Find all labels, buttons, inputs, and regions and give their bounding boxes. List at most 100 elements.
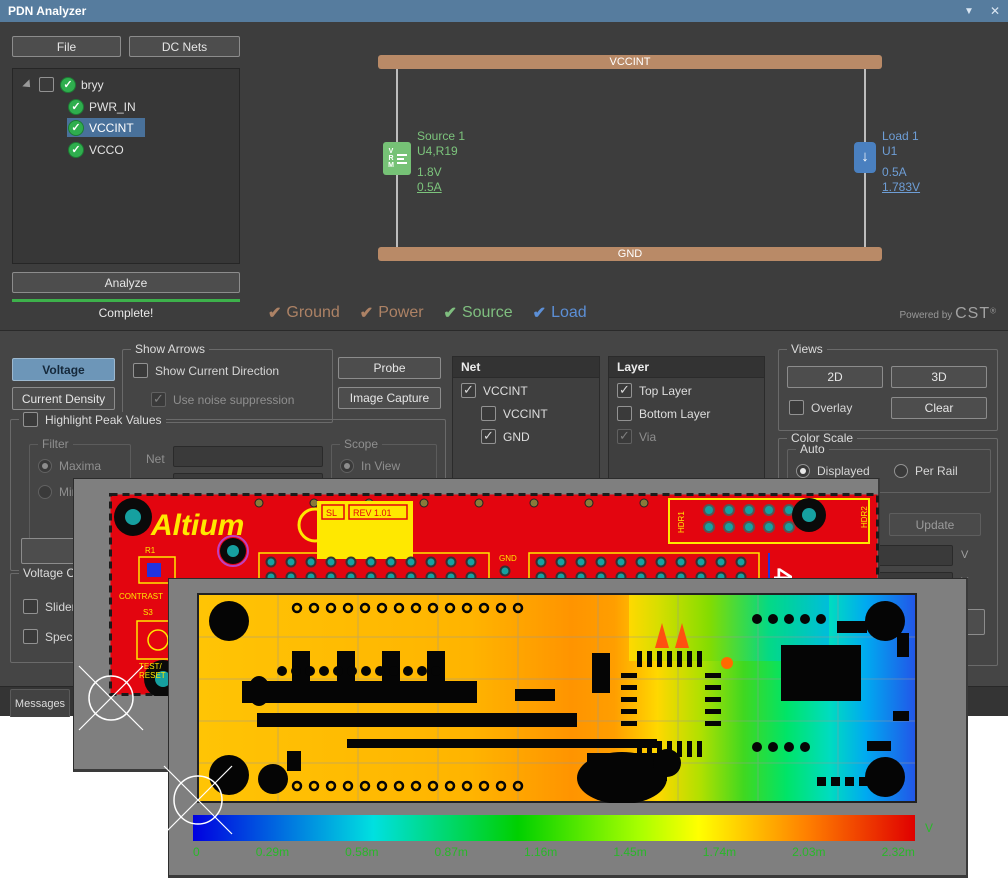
status-text: Complete! bbox=[12, 306, 240, 320]
window-menu-icon[interactable]: ▼ bbox=[964, 6, 974, 17]
check-circle-icon: ✓ bbox=[68, 142, 84, 158]
tree-item-label[interactable]: bryy bbox=[81, 78, 104, 92]
minima-radio[interactable] bbox=[38, 485, 52, 499]
layer-label: Top Layer bbox=[639, 384, 692, 398]
show-current-direction-row: Show Current Direction bbox=[133, 363, 279, 378]
gnd-label: GND bbox=[499, 554, 517, 563]
show-current-direction-checkbox[interactable] bbox=[133, 363, 148, 378]
net-list-panel: Net VCCINT VCCINT GND bbox=[452, 356, 600, 481]
expander-icon[interactable] bbox=[22, 79, 33, 90]
tick-label: 1.45m bbox=[613, 845, 646, 859]
peak-net-field[interactable] bbox=[173, 446, 323, 467]
legend-ground: ✔ Ground bbox=[268, 303, 340, 323]
tab-messages[interactable]: Messages bbox=[10, 689, 70, 717]
analyze-button[interactable]: Analyze bbox=[12, 272, 240, 293]
tree-item-label[interactable]: VCCO bbox=[89, 143, 124, 157]
image-capture-button[interactable]: Image Capture bbox=[338, 387, 441, 409]
bottom-layer-checkbox[interactable] bbox=[617, 406, 632, 421]
power-rail-vccint[interactable]: VCCINT bbox=[378, 55, 882, 69]
current-density-mode-button[interactable]: Current Density bbox=[12, 387, 115, 410]
load-voltage-link[interactable]: 1.783V bbox=[882, 180, 920, 195]
displayed-radio[interactable] bbox=[796, 464, 810, 478]
vrm-label: VRM bbox=[388, 148, 395, 169]
net-label: VCCINT bbox=[483, 384, 528, 398]
tree-item-pwr-in[interactable]: ✓ PWR_IN bbox=[68, 97, 136, 116]
net-row-gnd[interactable]: GND bbox=[453, 426, 599, 447]
svg-text:CONTRAST: CONTRAST bbox=[119, 592, 163, 601]
check-icon: ✔ bbox=[360, 303, 373, 323]
svg-text:S3: S3 bbox=[143, 608, 153, 617]
per-rail-radio[interactable] bbox=[894, 464, 908, 478]
use-noise-suppression-checkbox[interactable] bbox=[151, 392, 166, 407]
tree-item-root[interactable]: ✓ bryy bbox=[23, 75, 104, 94]
svg-text:HDR2: HDR2 bbox=[860, 506, 869, 528]
tree-item-vcco[interactable]: ✓ VCCO bbox=[68, 140, 124, 159]
legend-power: ✔ Power bbox=[360, 303, 424, 323]
net-label: GND bbox=[503, 430, 530, 444]
check-icon: ✔ bbox=[268, 303, 281, 323]
slider-checkbox[interactable] bbox=[23, 599, 38, 614]
group-title: Filter bbox=[38, 437, 73, 451]
load-refs: U1 bbox=[882, 144, 920, 159]
checkbox-label: Slider bbox=[45, 600, 76, 614]
color-scale-ticks: 0 0.29m 0.58m 0.87m 1.16m 1.45m 1.74m 2.… bbox=[193, 845, 915, 859]
net-vccint-checkbox[interactable] bbox=[461, 383, 476, 398]
tree-item-label[interactable]: VCCINT bbox=[89, 121, 134, 135]
layer-row-bottom[interactable]: Bottom Layer bbox=[609, 403, 764, 424]
ground-rail-gnd[interactable]: GND bbox=[378, 247, 882, 261]
probe-button[interactable]: Probe bbox=[338, 357, 441, 379]
source-title: Source 1 bbox=[417, 129, 465, 144]
voltage-mode-button[interactable]: Voltage bbox=[12, 358, 115, 381]
view-2d-button[interactable]: 2D bbox=[787, 366, 883, 388]
net-vccint-child-checkbox[interactable] bbox=[481, 406, 496, 421]
specific-checkbox[interactable] bbox=[23, 629, 38, 644]
color-scale-bar bbox=[193, 815, 915, 841]
pcb-voltage-heatmap-view[interactable] bbox=[197, 593, 917, 803]
views-group: Views 2D 3D Overlay Clear bbox=[778, 349, 998, 431]
in-view-row: In View bbox=[340, 459, 400, 473]
check-circle-icon: ✓ bbox=[68, 99, 84, 115]
tick-label: 1.74m bbox=[703, 845, 736, 859]
via-checkbox[interactable] bbox=[617, 429, 632, 444]
checkbox-label: Show Current Direction bbox=[155, 364, 279, 378]
layer-panel-header: Layer bbox=[609, 357, 764, 378]
layer-row-top[interactable]: Top Layer bbox=[609, 380, 764, 401]
checkbox-label: Overlay bbox=[811, 401, 852, 415]
tick-label: 2.32m bbox=[882, 845, 915, 859]
root-checkbox[interactable] bbox=[39, 77, 54, 92]
layer-row-via[interactable]: Via bbox=[609, 426, 764, 447]
load-info: Load 1 U1 0.5A 1.783V bbox=[882, 129, 920, 195]
radio-label: Maxima bbox=[59, 459, 101, 473]
highlight-peak-checkbox[interactable] bbox=[23, 412, 38, 427]
checkbox-label: Use noise suppression bbox=[173, 393, 294, 407]
net-row-vccint-child[interactable]: VCCINT bbox=[453, 403, 599, 424]
file-button[interactable]: File bbox=[12, 36, 121, 57]
overlay-checkbox[interactable] bbox=[789, 400, 804, 415]
board-view-window-voltage-map[interactable]: V 0 0.29m 0.58m 0.87m 1.16m 1.45m 1.74m … bbox=[168, 578, 968, 878]
maxima-radio[interactable] bbox=[38, 459, 52, 473]
progress-bar bbox=[12, 299, 240, 302]
net-gnd-checkbox[interactable] bbox=[481, 429, 496, 444]
tick-label: 0 bbox=[193, 845, 200, 859]
group-title: Highlight Peak Values bbox=[45, 413, 162, 427]
displayed-row: Displayed bbox=[796, 464, 870, 478]
clear-button[interactable]: Clear bbox=[891, 397, 987, 419]
tree-item-label[interactable]: PWR_IN bbox=[89, 100, 136, 114]
vrm-source-icon[interactable]: VRM bbox=[383, 142, 411, 175]
in-view-radio[interactable] bbox=[340, 459, 354, 473]
view-3d-button[interactable]: 3D bbox=[891, 366, 987, 388]
radio-label: Displayed bbox=[817, 464, 870, 478]
tree-item-vccint[interactable]: ✓ VCCINT bbox=[68, 118, 134, 137]
per-rail-row: Per Rail bbox=[894, 464, 958, 478]
net-row-vccint[interactable]: VCCINT bbox=[453, 380, 599, 401]
update-button[interactable]: Update bbox=[889, 513, 981, 536]
source-current-link[interactable]: 0.5A bbox=[417, 180, 465, 195]
source-voltage: 1.8V bbox=[417, 165, 465, 180]
close-icon[interactable]: ✕ bbox=[990, 4, 1000, 18]
sl-label: SL bbox=[326, 508, 337, 518]
rev-label: REV 1.01 bbox=[353, 508, 392, 518]
dc-nets-button[interactable]: DC Nets bbox=[129, 36, 240, 57]
pcb-voltage-heatmap-canvas bbox=[197, 593, 917, 803]
load-icon[interactable]: ↓ bbox=[854, 142, 876, 173]
top-layer-checkbox[interactable] bbox=[617, 383, 632, 398]
